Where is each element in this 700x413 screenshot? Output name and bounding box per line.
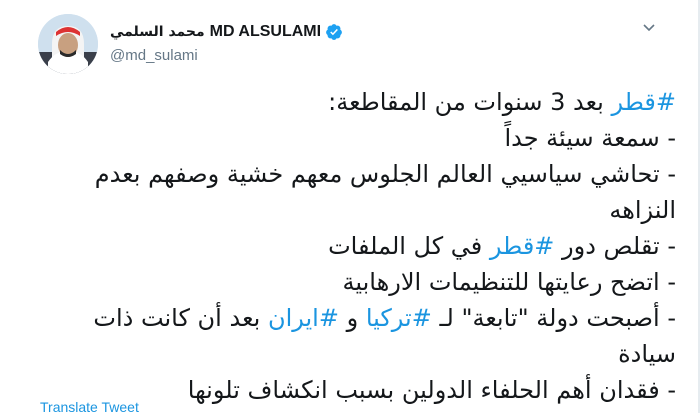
tweet-text-segment: بعد 3 سنوات من المقاطعة: — [328, 88, 612, 116]
author-name-arabic: محمد السلمي — [110, 24, 205, 40]
tweet-text-segment: - أصبحت دولة "تابعة" لـ — [431, 304, 676, 332]
tweet-line: #قطر بعد 3 سنوات من المقاطعة: — [40, 84, 676, 120]
tweet-card: محمد السلمي MD ALSULAMI @md_sulami #قطر … — [0, 0, 700, 413]
author-handle[interactable]: @md_sulami — [110, 47, 530, 64]
tweet-line: - أصبحت دولة "تابعة" لـ #تركيا و #ايران … — [40, 300, 676, 372]
hashtag-link[interactable]: #تركيا — [366, 304, 432, 332]
hashtag-link[interactable]: #ايران — [268, 304, 339, 332]
author-name-latin: MD ALSULAMI — [209, 23, 322, 40]
tweet-text-segment: - تقلص دور — [554, 232, 676, 260]
author-avatar[interactable] — [38, 14, 98, 74]
tweet-line: - تحاشي سياسيي العالم الجلوس معهم خشية و… — [40, 156, 676, 228]
tweet-text-segment: في كل الملفات — [328, 232, 490, 260]
verified-badge-icon — [325, 23, 343, 41]
tweet-text: #قطر بعد 3 سنوات من المقاطعة: - سمعة سيئة… — [40, 84, 676, 408]
hashtag-link[interactable]: #قطر — [490, 232, 555, 260]
tweet-text-segment: - اتضح رعايتها للتنظيمات الارهابية — [342, 268, 676, 296]
tweet-header: محمد السلمي MD ALSULAMI @md_sulami — [38, 14, 658, 74]
tweet-text-segment: - تحاشي سياسيي العالم الجلوس معهم خشية و… — [94, 160, 676, 224]
tweet-line: - اتضح رعايتها للتنظيمات الارهابية — [40, 264, 676, 300]
profile-photo-icon — [38, 14, 98, 74]
tweet-line: - سمعة سيئة جداً — [40, 120, 676, 156]
translate-tweet-link[interactable]: Translate Tweet — [40, 399, 139, 413]
tweet-line: - تقلص دور #قطر في كل الملفات — [40, 228, 676, 264]
author-name-row[interactable]: محمد السلمي MD ALSULAMI — [110, 22, 530, 42]
tweet-text-segment: - فقدان أهم الحلفاء الدولين بسبب انكشاف … — [187, 376, 676, 404]
tweet-text-segment: - سمعة سيئة جداً — [504, 124, 676, 152]
hashtag-link[interactable]: #قطر — [611, 88, 676, 116]
chevron-down-icon[interactable] — [640, 20, 658, 38]
author-name-block: محمد السلمي MD ALSULAMI @md_sulami — [110, 22, 530, 64]
tweet-text-segment: و — [338, 304, 366, 332]
